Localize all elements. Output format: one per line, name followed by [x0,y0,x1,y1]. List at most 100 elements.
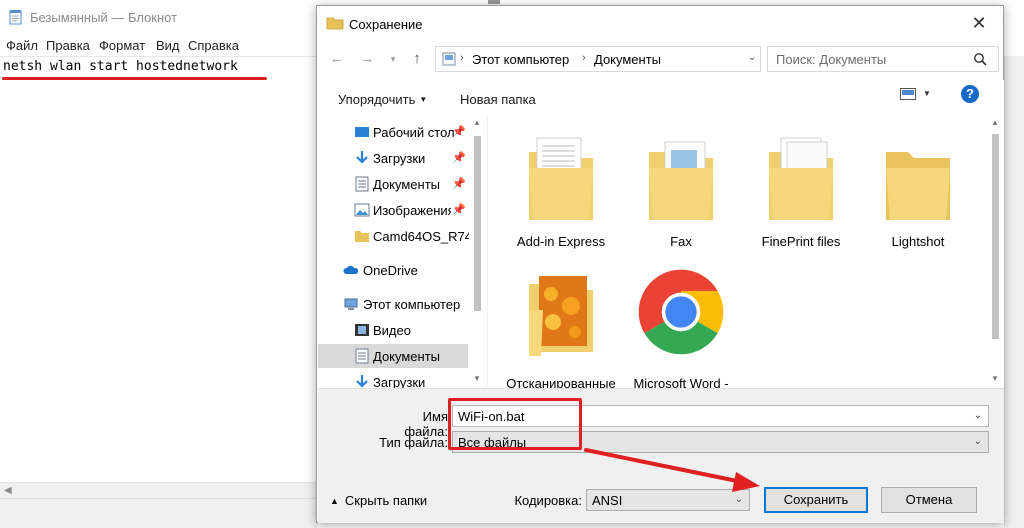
dialog-title: Сохранение [349,17,423,32]
menu-help[interactable]: Справка [188,38,239,53]
nav-item-desktop[interactable]: Рабочий стол 📌 [318,120,468,144]
folder-icon [355,231,369,242]
notepad-statusbar [0,498,318,528]
pin-icon: 📌 [452,204,466,216]
folder-with-photo-icon [529,276,593,356]
nav-item-documents[interactable]: Документы 📌 [318,172,468,196]
nav-item-camd64[interactable]: Camd64OS_R74 [318,224,469,248]
file-name: Lightshot [891,234,945,249]
background-window-edge [488,0,500,4]
organize-button[interactable]: Упорядочить ▼ [338,92,427,107]
file-item[interactable]: FinePrint files [746,116,856,249]
menu-file[interactable]: Файл [6,38,38,53]
search-input[interactable] [767,46,999,72]
encoding-select[interactable]: ANSI ⌄ [586,489,750,511]
pin-icon: 📌 [452,178,466,190]
forward-arrow-icon[interactable]: → [357,50,377,67]
file-item[interactable]: Fax [626,116,736,249]
scroll-left-icon[interactable]: ◀ [4,485,12,496]
file-item[interactable]: Отсканированные документы [506,258,616,388]
nav-item-label: Видео [373,323,411,338]
breadcrumb-this-pc[interactable]: Этот компьютер [472,52,569,67]
dialog-titlebar: Сохранение ✕ [317,6,1003,40]
save-form: Имя файла: WiFi-on.bat ⌄ Тип файла: Все … [318,388,1004,523]
chevron-up-icon: ▲ [330,496,339,506]
save-button[interactable]: Сохранить [764,487,868,513]
file-name: Отсканированные документы [506,376,616,388]
notepad-menubar: Файл Правка Формат Вид Справка [0,34,320,56]
file-item[interactable]: Lightshot [863,116,973,249]
back-arrow-icon[interactable]: ← [327,50,347,67]
menu-edit[interactable]: Правка [46,38,90,53]
annotation-highlight-box [448,398,582,450]
nav-item-this-pc[interactable]: Этот компьютер [318,292,468,316]
new-folder-button[interactable]: Новая папка [460,92,536,107]
folder-with-docs-icon [529,137,593,220]
nav-item-documents-selected[interactable]: Документы [318,344,468,368]
scrollbar-thumb[interactable] [474,136,481,311]
file-list-scrollbar[interactable]: ▲ ▼ [987,116,1004,388]
computer-icon [344,298,358,310]
save-dialog: Сохранение ✕ ← → ▾ ↑ › Этот компьютер › … [316,5,1004,523]
nav-item-label: Загрузки [373,151,426,166]
cancel-button[interactable]: Отмена [881,487,977,513]
chevron-down-icon[interactable]: ⌄ [735,494,743,505]
search-icon[interactable] [973,52,987,66]
menu-format[interactable]: Формат [99,38,145,53]
chrome-icon [638,269,724,355]
notepad-icon [9,10,22,25]
documents-icon [355,348,369,364]
video-icon [355,324,369,336]
encoding-value[interactable]: ANSI [592,493,622,508]
nav-item-downloads[interactable]: Загрузки 📌 [318,146,468,170]
hide-folders-button[interactable]: ▲ Скрыть папки [330,493,427,508]
address-dropdown-icon[interactable]: ⌄ [748,52,756,63]
scroll-up-icon[interactable]: ▲ [991,118,999,127]
file-name: Add-in Express [516,234,606,249]
nav-item-video[interactable]: Видео [318,318,468,342]
nav-item-label: Рабочий стол [373,125,455,140]
breadcrumb-documents[interactable]: Документы [594,52,661,67]
address-bar[interactable]: › Этот компьютер › Документы ⌄ [435,46,761,72]
scroll-down-icon[interactable]: ▼ [991,374,999,383]
scrollbar-thumb[interactable] [992,134,999,339]
notepad-text[interactable]: netsh wlan start hostednetwork [3,59,238,74]
nav-item-label: Документы [373,349,441,364]
chevron-down-icon[interactable]: ⌄ [974,436,982,447]
documents-icon [355,176,369,192]
nav-item-label: Этот компьютер [363,297,461,312]
computer-icon [442,52,456,66]
nav-item-pictures[interactable]: Изображения 📌 [318,198,468,222]
nav-item-label: Документы [373,177,441,192]
menu-view[interactable]: Вид [156,38,180,53]
folder-with-fax-icon [649,141,713,220]
file-name: Microsoft Word - passive voice [633,376,729,388]
view-options-icon[interactable] [900,88,916,100]
notepad-horizontal-scrollbar[interactable]: ◀ [0,482,318,498]
onedrive-icon [343,265,359,274]
notepad-vertical-scrollbar[interactable] [1004,56,1024,528]
pin-icon: 📌 [452,152,466,164]
help-icon[interactable]: ? [961,85,979,103]
file-item[interactable]: Add-in Express [506,116,616,249]
breadcrumb-separator-icon[interactable]: › [460,52,464,64]
chevron-down-icon[interactable]: ⌄ [974,410,982,421]
annotation-underline [2,77,267,80]
nav-pane-scrollbar[interactable]: ▲ ▼ [469,116,486,388]
recent-dropdown-icon[interactable]: ▾ [383,54,403,65]
view-dropdown-icon[interactable]: ▼ [923,89,931,98]
caret-down-icon: ▼ [419,95,428,104]
nav-item-downloads-2[interactable]: Загрузки [318,370,468,388]
encoding-label: Кодировка: [514,493,582,508]
scroll-down-icon[interactable]: ▼ [473,374,481,383]
filetype-label: Тип файла: [379,435,448,450]
breadcrumb-separator-icon[interactable]: › [582,52,586,64]
up-arrow-icon[interactable]: ↑ [407,50,427,67]
nav-item-onedrive[interactable]: OneDrive [318,258,468,282]
close-icon[interactable]: ✕ [965,13,993,35]
file-item[interactable]: Microsoft Word - passive voice [626,258,736,388]
hide-folders-label: Скрыть папки [344,493,428,508]
scroll-up-icon[interactable]: ▲ [473,118,481,127]
file-name: Fax [670,234,692,249]
pictures-icon [354,203,370,217]
